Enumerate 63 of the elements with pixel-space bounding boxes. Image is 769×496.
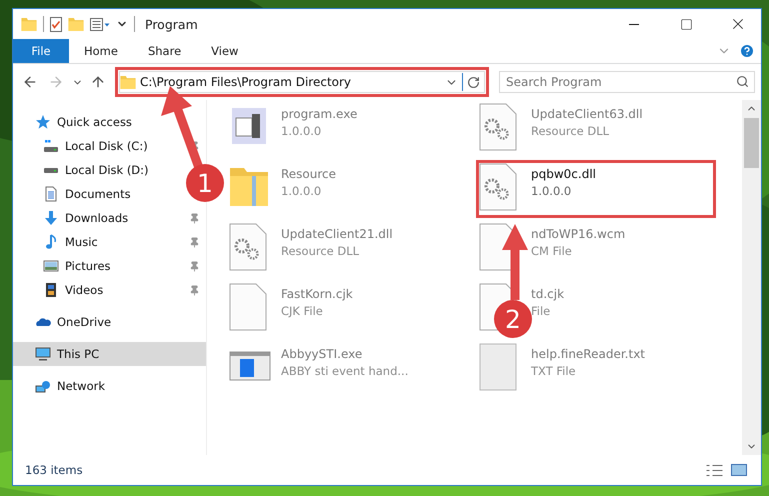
ribbon-tab[interactable]: View — [196, 39, 254, 63]
details-view-icon[interactable] — [706, 464, 723, 476]
large-icons-view-icon[interactable] — [731, 464, 747, 476]
file-detail: 1.0.0.0 — [531, 184, 572, 198]
file-detail: TXT File — [531, 364, 576, 378]
drive-icon — [43, 139, 59, 153]
properties-icon[interactable] — [90, 18, 110, 30]
file-detail: File — [531, 304, 550, 318]
file-name[interactable]: ndToWP16.wcm — [531, 227, 626, 241]
file-name[interactable]: UpdateClient21.dll — [281, 227, 393, 241]
file-detail: ABBY sti event hand... — [281, 364, 408, 378]
music-note-icon — [45, 234, 57, 250]
window-title: Program — [145, 16, 199, 32]
sidebar-item[interactable]: Documents — [13, 182, 137, 206]
scrollbar-thumb[interactable] — [744, 118, 759, 168]
ribbon-tab[interactable]: Share — [132, 39, 196, 63]
file-detail: Resource DLL — [281, 244, 360, 258]
file-name[interactable]: pqbw0c.dll — [531, 167, 596, 181]
sidebar-item[interactable]: OneDrive — [13, 310, 118, 334]
sidebar-item[interactable]: This PC — [13, 342, 206, 366]
sidebar-item[interactable]: Local Disk (C:) — [13, 134, 206, 158]
file-name[interactable]: help.fineReader.txt — [531, 347, 645, 361]
help-icon[interactable] — [739, 43, 755, 59]
sidebar-item[interactable]: Music — [13, 230, 206, 254]
film-icon — [45, 282, 57, 298]
refresh-icon — [467, 76, 480, 88]
sidebar-item[interactable]: Pictures — [13, 254, 206, 278]
sidebar-item[interactable]: Videos — [13, 278, 206, 302]
file-detail: CM File — [531, 244, 572, 258]
ribbon-tab[interactable]: Home — [69, 39, 133, 63]
file-menu-button[interactable]: File — [13, 39, 69, 63]
file-name[interactable]: Resource — [281, 167, 336, 181]
file-name[interactable]: AbbyySTI.exe — [281, 347, 362, 361]
star-icon — [35, 114, 51, 130]
download-arrow-icon — [44, 210, 58, 226]
network-globe-icon — [35, 380, 51, 392]
sidebar-item[interactable]: Quick access — [13, 110, 138, 134]
sidebar-item[interactable]: Network — [13, 374, 112, 398]
folder-icon — [120, 76, 136, 88]
cloud-icon — [35, 317, 51, 327]
file-detail: 1.0.0.0 — [281, 124, 322, 138]
new-folder-icon — [68, 18, 84, 30]
file-name[interactable]: td.cjk — [531, 287, 564, 301]
search-field[interactable]: Search Program — [499, 71, 755, 93]
file-detail: CJK File — [281, 304, 323, 318]
drive-icon — [43, 166, 59, 174]
scrollbar[interactable] — [742, 100, 761, 455]
file-name[interactable]: program.exe — [281, 107, 358, 121]
document-icon — [45, 186, 57, 202]
sidebar-item[interactable]: Downloads — [13, 206, 206, 230]
search-icon — [736, 75, 749, 88]
sidebar-item[interactable]: Local Disk (D:) — [13, 158, 155, 182]
address-field[interactable]: C:\Program Files\Program Directory — [119, 71, 485, 93]
file-detail: Resource DLL — [531, 124, 610, 138]
file-detail: 1.0.0.0 — [281, 184, 322, 198]
pictures-icon — [43, 260, 59, 272]
maximize-icon — [680, 18, 692, 30]
monitor-icon — [35, 347, 51, 361]
item-count: 163 items — [25, 463, 84, 477]
file-name[interactable]: FastKorn.cjk — [281, 287, 353, 301]
checklist-icon[interactable] — [50, 16, 62, 32]
folder-icon — [21, 18, 37, 30]
file-name[interactable]: UpdateClient63.dll — [531, 107, 643, 121]
